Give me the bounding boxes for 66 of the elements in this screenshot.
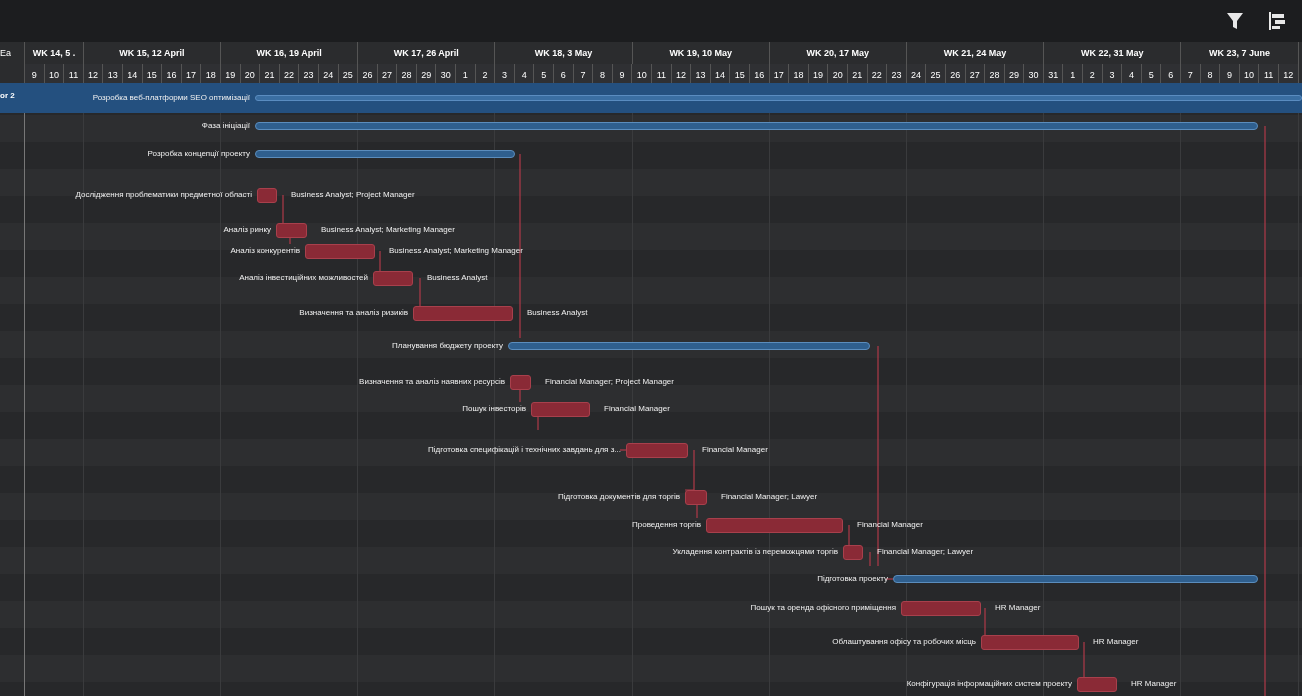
- gantt-icon[interactable]: [1268, 11, 1286, 31]
- task-bar[interactable]: [901, 601, 981, 616]
- task-label: Конфігурація інформаційних систем проекту: [906, 679, 1072, 689]
- summary-bar[interactable]: [255, 122, 1258, 130]
- task-label: Підготовка документів для торгів: [557, 492, 680, 502]
- dependency-line: [848, 524, 850, 546]
- task-bar[interactable]: [413, 306, 513, 321]
- task-bar[interactable]: [626, 443, 688, 458]
- task-bar[interactable]: [1077, 677, 1117, 692]
- dependency-line: [984, 607, 986, 636]
- resource-label: Business Analyst; Project Manager: [291, 190, 415, 200]
- resource-label: Financial Manager: [604, 404, 670, 414]
- task-label: Розробка веб-платформи SEO оптимізації: [92, 93, 250, 103]
- task-bar[interactable]: [276, 223, 307, 238]
- task-label: Проведення торгів: [632, 520, 701, 530]
- dependency-line: [1083, 641, 1085, 678]
- resource-label: HR Manager: [995, 603, 1041, 613]
- dependency-line: [419, 277, 421, 307]
- task-bar[interactable]: [305, 244, 375, 259]
- task-label: Облаштування офісу та робочих місць: [832, 637, 976, 647]
- resource-label: Business Analyst: [427, 273, 488, 283]
- dependency-line: [869, 551, 871, 567]
- dependency-line: [379, 250, 381, 272]
- task-bar[interactable]: [257, 188, 277, 203]
- task-label: Визначення та аналіз ризиків: [299, 308, 408, 318]
- task-bar[interactable]: [373, 271, 413, 286]
- dependency-line: [282, 194, 284, 224]
- task-label: Аналіз конкурентів: [230, 246, 300, 256]
- resource-label: HR Manager: [1093, 637, 1139, 647]
- task-label: Аналіз ринку: [223, 225, 271, 235]
- task-bar[interactable]: [685, 490, 707, 505]
- filter-icon[interactable]: [1226, 11, 1244, 31]
- resource-label: Financial Manager; Project Manager: [545, 377, 674, 387]
- resource-label: Financial Manager: [857, 520, 923, 530]
- task-label: Визначення та аналіз наявних ресурсів: [359, 377, 505, 387]
- resource-label: HR Manager: [1131, 679, 1177, 689]
- resource-label: Business Analyst; Marketing Manager: [389, 246, 523, 256]
- resource-label: Business Analyst; Marketing Manager: [321, 225, 455, 235]
- task-label: Розробка концепції проекту: [147, 149, 250, 159]
- resource-label: Business Analyst: [527, 308, 588, 318]
- task-label: Укладення контрактів із переможцями торгів: [672, 547, 838, 557]
- column-header: Ea: [0, 47, 12, 60]
- task-label: Підготовка специфікацій і технічних завдань для з...: [428, 445, 621, 455]
- resource-label: Financial Manager: [702, 445, 768, 455]
- dependency-line: [885, 578, 894, 580]
- task-label: Аналіз інвестиційних можливостей: [239, 273, 368, 283]
- project-bar[interactable]: [0, 83, 1302, 113]
- summary-bar[interactable]: [893, 575, 1258, 583]
- task-label: Дослідження проблематики предметної області: [75, 190, 252, 200]
- task-label: Пошук інвесторів: [462, 404, 526, 414]
- dependency-line: [619, 449, 627, 451]
- task-label: Фаза ініціації: [201, 121, 250, 131]
- row-label: or 2: [0, 91, 15, 101]
- task-label: Планування бюджету проекту: [392, 341, 503, 351]
- task-bar[interactable]: [981, 635, 1079, 650]
- resource-label: Financial Manager; Lawyer: [877, 547, 974, 557]
- resource-label: Financial Manager; Lawyer: [721, 492, 818, 502]
- task-label: Пошук та оренда офісного приміщення: [750, 603, 896, 613]
- dependency-line: [684, 449, 695, 491]
- task-bar[interactable]: [510, 375, 531, 390]
- summary-bar[interactable]: [255, 150, 515, 158]
- task-bar[interactable]: [531, 402, 590, 417]
- summary-bar[interactable]: [508, 342, 870, 350]
- task-label: Підготовка проекту: [817, 574, 888, 584]
- task-bar[interactable]: [706, 518, 843, 533]
- task-bar[interactable]: [843, 545, 863, 560]
